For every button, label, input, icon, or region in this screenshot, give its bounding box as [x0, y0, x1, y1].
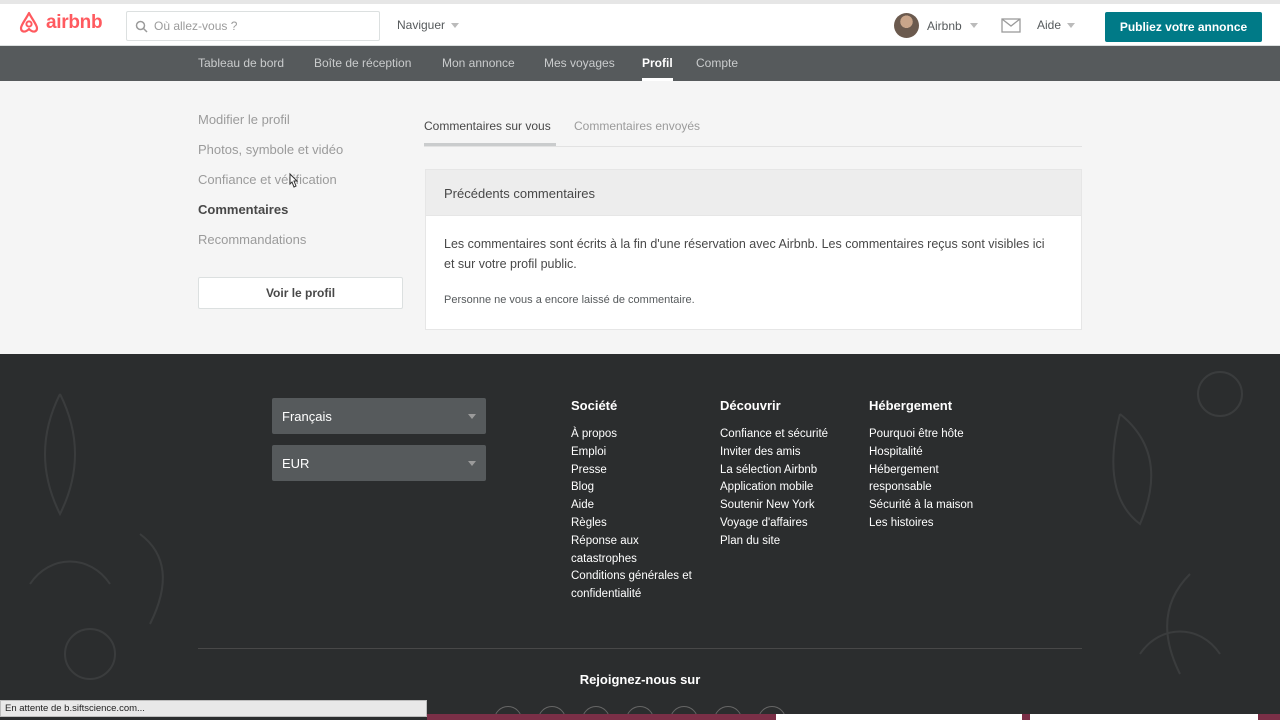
sidebar-item-references[interactable]: Recommandations [198, 232, 306, 247]
footer-link[interactable]: Soutenir New York [720, 497, 828, 515]
chevron-down-icon [451, 22, 460, 28]
browse-label: Naviguer [397, 18, 446, 32]
avatar[interactable] [894, 13, 919, 38]
search-icon [135, 20, 148, 33]
currency-value: EUR [282, 455, 310, 471]
footer-link[interactable]: Règles [571, 515, 692, 533]
user-name: Airbnb [927, 18, 962, 33]
language-value: Français [282, 408, 332, 424]
sidebar-item-reviews[interactable]: Commentaires [198, 202, 288, 217]
social-heading: Rejoignez-nous sur [579, 672, 701, 687]
footer-column-discover: Découvrir Confiance et sécurité Inviter … [720, 398, 828, 551]
footer-link[interactable]: Les histoires [869, 515, 973, 533]
main-content: Modifier le profil Photos, symbole et vi… [0, 81, 1280, 354]
subnav-item-dashboard[interactable]: Tableau de bord [198, 46, 284, 81]
footer-link[interactable]: Pourquoi être hôte [869, 426, 973, 444]
footer-link[interactable]: Voyage d'affaires [720, 515, 828, 533]
sidebar-item-trust[interactable]: Confiance et vérification [198, 172, 337, 187]
footer-link[interactable]: confidentialité [571, 586, 692, 604]
browser-status-bar: En attente de b.siftscience.com... [0, 700, 427, 717]
airbnb-logo[interactable]: airbnb [16, 10, 103, 36]
inbox-link[interactable] [1001, 18, 1021, 38]
airbnb-logo-icon [19, 11, 39, 33]
user-menu[interactable]: Airbnb [894, 13, 978, 38]
subnav-item-trips[interactable]: Mes voyages [544, 46, 615, 81]
subnav-item-account[interactable]: Compte [696, 46, 738, 81]
footer-link[interactable]: Presse [571, 462, 692, 480]
footer-link[interactable]: Blog [571, 479, 692, 497]
footer-link[interactable]: Aide [571, 497, 692, 515]
footer-link[interactable]: Réponse aux [571, 533, 692, 551]
subnav-item-inbox[interactable]: Boîte de réception [314, 46, 411, 81]
top-header: airbnb Où allez-vous ? Naviguer Airbnb A… [0, 0, 1280, 46]
footer-link[interactable]: Application mobile [720, 479, 828, 497]
mouse-cursor-icon [289, 172, 299, 188]
footer-link[interactable]: responsable [869, 479, 973, 497]
sidebar-item-edit-profile[interactable]: Modifier le profil [198, 112, 290, 127]
empty-reviews-message: Personne ne vous a encore laissé de comm… [444, 294, 695, 306]
publish-listing-button[interactable]: Publiez votre annonce [1105, 12, 1262, 42]
footer-link[interactable]: Hébergement [869, 462, 973, 480]
reviews-tabs: Commentaires sur vous Commentaires envoy… [424, 109, 1082, 147]
chevron-down-icon [969, 23, 978, 28]
footer-link[interactable]: La sélection Airbnb [720, 462, 828, 480]
footer: Français EUR Société À propos Emploi Pre… [0, 354, 1280, 720]
panel-title: Précédents commentaires [426, 170, 1081, 216]
footer-link[interactable]: Plan du site [720, 533, 828, 551]
tab-reviews-about-you[interactable]: Commentaires sur vous [424, 119, 551, 133]
footer-link[interactable]: À propos [571, 426, 692, 444]
search-placeholder: Où allez-vous ? [154, 19, 238, 33]
footer-link[interactable]: Sécurité à la maison [869, 497, 973, 515]
browse-menu[interactable]: Naviguer [397, 18, 460, 32]
reviews-description: Les commentaires sont écrits à la fin d'… [444, 237, 1045, 271]
footer-divider [198, 648, 1082, 649]
bottom-strip-box [1030, 714, 1258, 720]
footer-column-title: Hébergement [869, 398, 953, 413]
subnav-item-profile[interactable]: Profil [642, 46, 673, 81]
search-input[interactable]: Où allez-vous ? [126, 11, 380, 41]
active-tab-indicator [424, 143, 556, 146]
help-menu[interactable]: Aide [1037, 18, 1076, 32]
brand-name: airbnb [46, 12, 103, 33]
subnav-item-listing[interactable]: Mon annonce [442, 46, 515, 81]
footer-link[interactable]: Inviter des amis [720, 444, 828, 462]
tab-reviews-by-you[interactable]: Commentaires envoyés [574, 119, 700, 133]
bottom-strip-box [776, 714, 1022, 720]
footer-column-title: Société [571, 398, 618, 413]
language-select[interactable]: Français [272, 398, 486, 434]
reviews-panel: Précédents commentaires Les commentaires… [425, 169, 1082, 330]
chevron-down-icon [468, 460, 476, 466]
chevron-down-icon [468, 413, 476, 419]
currency-select[interactable]: EUR [272, 445, 486, 481]
footer-column-hosting: Hébergement Pourquoi être hôte Hospitali… [869, 398, 973, 533]
footer-column-title: Découvrir [720, 398, 781, 413]
footer-link[interactable]: Confiance et sécurité [720, 426, 828, 444]
help-label: Aide [1037, 18, 1062, 32]
chevron-down-icon [1067, 22, 1076, 28]
footer-link[interactable]: Hospitalité [869, 444, 973, 462]
footer-link[interactable]: catastrophes [571, 551, 692, 569]
footer-column-company: Société À propos Emploi Presse Blog Aide… [571, 398, 692, 604]
mail-icon [1001, 18, 1021, 33]
sidebar-item-photos[interactable]: Photos, symbole et vidéo [198, 142, 343, 157]
footer-link[interactable]: Conditions générales et [571, 568, 692, 586]
dashboard-subnav: Tableau de bord Boîte de réception Mon a… [0, 46, 1280, 81]
view-profile-button[interactable]: Voir le profil [198, 277, 403, 309]
footer-link[interactable]: Emploi [571, 444, 692, 462]
